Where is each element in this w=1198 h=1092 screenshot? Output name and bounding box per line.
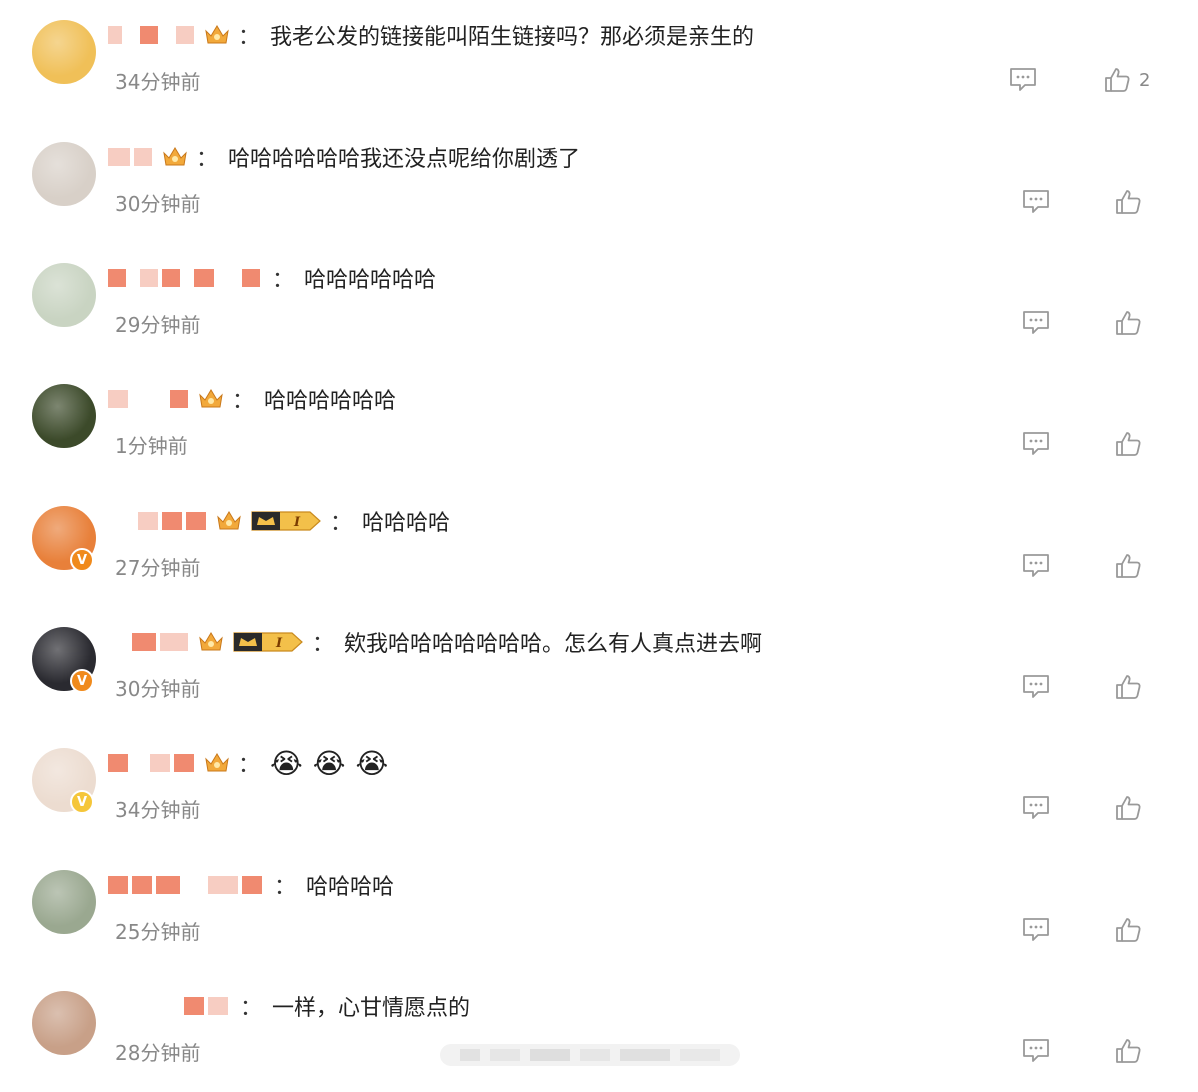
reply-icon[interactable] (1021, 1037, 1051, 1065)
reply-icon[interactable] (1021, 673, 1051, 701)
comment-time: 25分钟前 (115, 920, 201, 944)
comment-item: ： 我老公发的链接能叫陌生链接吗？那必须是亲生的 34分钟前 2 (0, 0, 1198, 121)
name-separator: ： (240, 996, 263, 1021)
reply-icon[interactable] (1021, 430, 1051, 458)
name-separator: ： (232, 389, 255, 414)
thumbs-up-icon[interactable] (1114, 916, 1142, 944)
comment-time: 27分钟前 (115, 556, 201, 580)
crown-icon (198, 630, 224, 654)
comment-text: 哈哈哈哈哈哈 (264, 389, 397, 414)
comment-item: V I ： 欸我哈哈哈哈哈哈哈。怎么有人真点进去啊 30分钟前 (0, 607, 1198, 728)
comment-time: 29分钟前 (115, 313, 201, 337)
comment-item: V I ： 哈哈哈哈 27分钟前 (0, 486, 1198, 607)
comment-header: ： 一样，心甘情愿点的 (108, 991, 470, 1021)
reply-icon[interactable] (1021, 309, 1051, 337)
comment-text: 哈哈哈哈 (362, 511, 451, 536)
username-pixelated[interactable] (108, 24, 198, 46)
username-pixelated[interactable] (108, 631, 192, 653)
comment-text: 哈哈哈哈哈哈我还没点呢给你剧透了 (228, 147, 581, 172)
comment-time: 1分钟前 (115, 434, 188, 458)
svg-text:I: I (275, 636, 283, 651)
comment-header: ： 哈哈哈哈 (108, 870, 394, 900)
comment-item: V ： 😭 😭 😭 34分钟前 (0, 728, 1198, 849)
user-avatar[interactable] (32, 20, 96, 84)
crown-icon (216, 509, 242, 533)
crying-emoji-icon: 😭 (270, 746, 303, 780)
comment-header: ： 😭 😭 😭 (108, 746, 398, 780)
user-avatar[interactable] (32, 870, 96, 934)
name-separator: ： (272, 268, 295, 293)
crown-icon (162, 145, 188, 169)
crown-icon (204, 23, 230, 47)
level-badge: I (250, 510, 322, 532)
thumbs-up-icon[interactable] (1114, 309, 1142, 337)
comment-header: I ： 欸我哈哈哈哈哈哈哈。怎么有人真点进去啊 (108, 627, 762, 657)
comment-item: ： 哈哈哈哈哈哈 1分钟前 (0, 364, 1198, 485)
user-avatar[interactable] (32, 142, 96, 206)
name-separator: ： (274, 875, 297, 900)
username-pixelated[interactable] (108, 510, 210, 532)
thumbs-up-icon[interactable] (1114, 673, 1142, 701)
name-separator: ： (330, 511, 353, 536)
reply-icon[interactable] (1021, 188, 1051, 216)
username-pixelated[interactable] (108, 874, 266, 896)
comment-time: 34分钟前 (115, 798, 201, 822)
comment-text: 哈哈哈哈 (306, 875, 395, 900)
verified-badge-icon: V (70, 548, 94, 572)
reply-icon[interactable] (1008, 66, 1038, 94)
name-separator: ： (196, 147, 219, 172)
comment-time: 30分钟前 (115, 192, 201, 216)
name-separator: ： (238, 25, 261, 50)
comment-time: 34分钟前 (115, 70, 201, 94)
verified-badge-icon: V (70, 669, 94, 693)
thumbs-up-icon[interactable] (1114, 188, 1142, 216)
crown-icon (198, 387, 224, 411)
thumbs-up-icon[interactable] (1114, 552, 1142, 580)
comment-header: ： 哈哈哈哈哈哈 (108, 384, 396, 414)
thumbs-up-icon[interactable] (1114, 430, 1142, 458)
name-separator: ： (238, 753, 261, 778)
comment-time: 28分钟前 (115, 1041, 201, 1065)
like-count: 2 (1139, 70, 1151, 91)
reply-icon[interactable] (1021, 794, 1051, 822)
username-pixelated[interactable] (108, 146, 156, 168)
comment-time: 30分钟前 (115, 677, 201, 701)
comment-item: ： 哈哈哈哈 25分钟前 (0, 850, 1198, 971)
crying-emoji-icon: 😭 (355, 746, 389, 780)
username-pixelated[interactable] (108, 752, 198, 774)
comment-header: ： 哈哈哈哈哈哈我还没点呢给你剧透了 (108, 142, 580, 172)
comment-item: ： 哈哈哈哈哈哈我还没点呢给你剧透了 30分钟前 (0, 122, 1198, 243)
verified-badge-icon: V (70, 790, 94, 814)
comment-header: I ： 哈哈哈哈 (108, 506, 450, 536)
reply-icon[interactable] (1021, 552, 1051, 580)
comment-item: ： 哈哈哈哈哈哈 29分钟前 (0, 243, 1198, 364)
comment-text: 一样，心甘情愿点的 (272, 996, 471, 1021)
reply-icon[interactable] (1021, 916, 1051, 944)
username-pixelated[interactable] (108, 267, 264, 289)
crying-emoji-icon: 😭 (312, 746, 346, 780)
svg-text:I: I (293, 515, 301, 530)
username-pixelated[interactable] (108, 995, 232, 1017)
username-pixelated[interactable] (108, 388, 192, 410)
comment-header: ： 我老公发的链接能叫陌生链接吗？那必须是亲生的 (108, 20, 754, 50)
watermark-strip (440, 1040, 740, 1070)
comment-text: 哈哈哈哈哈哈 (304, 268, 437, 293)
user-avatar[interactable] (32, 991, 96, 1055)
user-avatar[interactable] (32, 384, 96, 448)
thumbs-up-icon[interactable] (1103, 66, 1131, 94)
thumbs-up-icon[interactable] (1114, 794, 1142, 822)
comment-text: 我老公发的链接能叫陌生链接吗？那必须是亲生的 (270, 25, 755, 50)
thumbs-up-icon[interactable] (1114, 1037, 1142, 1065)
comment-item: ： 一样，心甘情愿点的 28分钟前 (0, 971, 1198, 1092)
name-separator: ： (312, 632, 335, 657)
user-avatar[interactable] (32, 263, 96, 327)
level-badge: I (232, 631, 304, 653)
comment-text: 欸我哈哈哈哈哈哈哈。怎么有人真点进去啊 (344, 632, 763, 657)
crown-icon (204, 751, 230, 775)
comment-header: ： 哈哈哈哈哈哈 (108, 263, 436, 293)
